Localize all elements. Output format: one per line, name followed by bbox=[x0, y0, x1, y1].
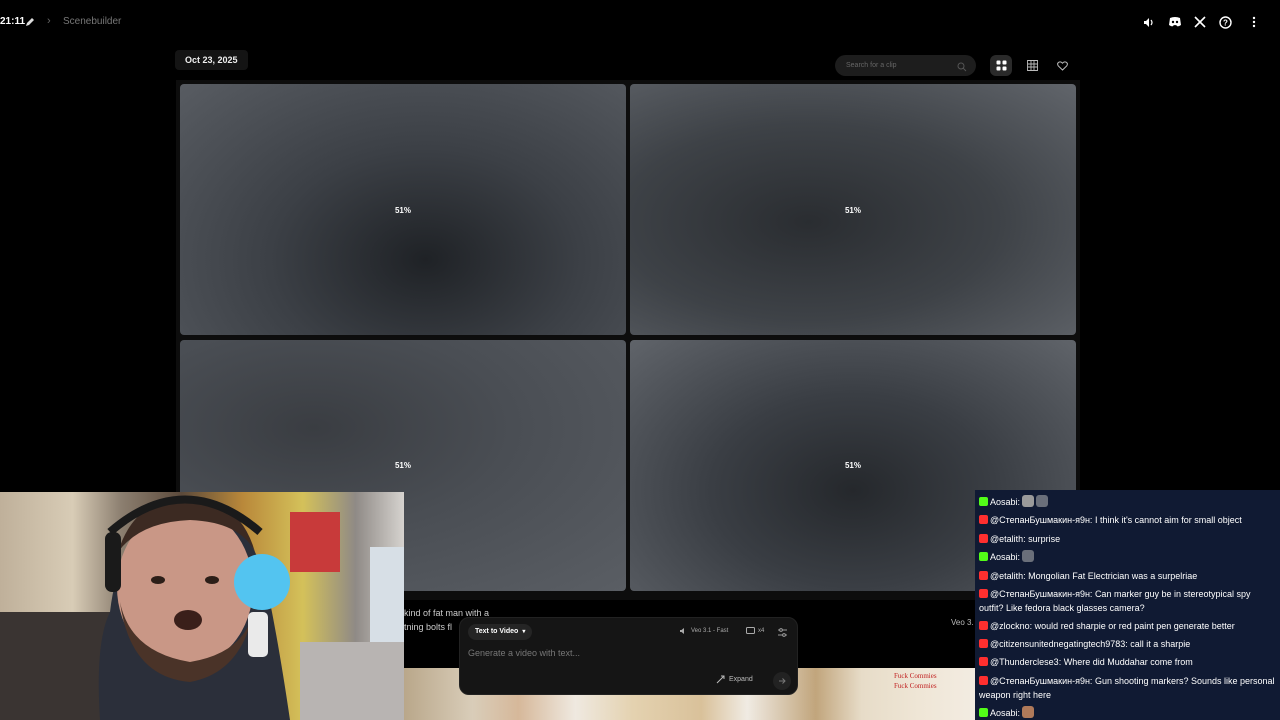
chat-username: Aosabi bbox=[990, 497, 1018, 507]
kick-badge-icon bbox=[979, 497, 988, 506]
edit-pencil-icon[interactable] bbox=[24, 15, 36, 27]
model-selector[interactable]: Veo 3.1 - Fast bbox=[679, 627, 728, 635]
aspect-ratio-icon bbox=[746, 627, 755, 634]
chat-username: @etalith bbox=[990, 534, 1024, 544]
grid-large-view-button[interactable] bbox=[990, 55, 1012, 76]
search-input[interactable]: Search for a clip bbox=[835, 55, 976, 76]
search-placeholder: Search for a clip bbox=[846, 62, 897, 69]
chat-username: @СтепанБушмакин-я9н bbox=[990, 589, 1090, 599]
chat-message: Aosabi: bbox=[979, 550, 1275, 564]
chat-text: would red sharpie or red paint pen gener… bbox=[1034, 621, 1235, 631]
model-label: Veo 3.1 - Fast bbox=[691, 628, 729, 634]
help-icon[interactable]: ? bbox=[1216, 14, 1234, 30]
svg-text:?: ? bbox=[1223, 18, 1228, 27]
chat-username: @etalith bbox=[990, 571, 1024, 581]
youtube-badge-icon bbox=[979, 571, 988, 580]
chat-message: Aosabi: bbox=[979, 495, 1275, 509]
chat-username: @СтепанБушмакин-я9н bbox=[990, 676, 1090, 686]
stream-chat: Aosabi: @СтепанБушмакин-я9н: I think it'… bbox=[975, 490, 1280, 720]
model-peek-label: Veo 3. bbox=[951, 618, 974, 627]
youtube-badge-icon bbox=[979, 534, 988, 543]
clip-progress: 51% bbox=[844, 206, 861, 215]
chat-message: @СтепанБушмакин-я9н: Gun shooting marker… bbox=[979, 676, 1275, 700]
chat-message: Aosabi: bbox=[979, 706, 1275, 720]
kick-badge-icon bbox=[979, 552, 988, 561]
mode-dropdown[interactable]: Text to Video ▾ bbox=[468, 624, 533, 640]
chevron-down-icon: ▾ bbox=[522, 629, 526, 635]
breadcrumb-chevron-icon: › bbox=[47, 15, 51, 27]
expand-button[interactable]: Expand bbox=[716, 675, 753, 684]
clip-progress: 51% bbox=[844, 461, 861, 470]
chat-username: @Thunderclese3 bbox=[990, 657, 1059, 667]
clip-progress: 51% bbox=[394, 206, 411, 215]
youtube-badge-icon bbox=[979, 676, 988, 685]
youtube-badge-icon bbox=[979, 589, 988, 598]
chat-username: Aosabi bbox=[990, 708, 1018, 718]
youtube-badge-icon bbox=[979, 515, 988, 524]
chat-message: @etalith: Mongolian Fat Electrician was … bbox=[979, 569, 1275, 583]
emote-icon bbox=[1036, 495, 1049, 507]
search-icon bbox=[957, 60, 967, 72]
send-button[interactable] bbox=[773, 672, 791, 690]
settings-sliders-icon[interactable] bbox=[777, 625, 788, 637]
kick-badge-icon bbox=[979, 708, 988, 717]
clip-progress: 51% bbox=[394, 461, 411, 470]
chat-text: Mongolian Fat Electrician was a surpelri… bbox=[1028, 571, 1198, 581]
chat-message: @zlockno: would red sharpie or red paint… bbox=[979, 619, 1275, 633]
chat-message: @СтепанБушмакин-я9н: I think it's cannot… bbox=[979, 513, 1275, 527]
clip-tile[interactable]: 51% bbox=[180, 84, 626, 335]
chat-username: @СтепанБушмакин-я9н bbox=[990, 515, 1090, 525]
youtube-badge-icon bbox=[979, 621, 988, 630]
mode-label: Text to Video bbox=[475, 628, 519, 635]
output-count-label: x4 bbox=[758, 627, 765, 634]
chat-message: @etalith: surprise bbox=[979, 532, 1275, 546]
emote-icon bbox=[1022, 495, 1035, 507]
grid-small-icon bbox=[1026, 60, 1038, 71]
chat-message: @СтепанБушмакин-я9н: Can marker guy be i… bbox=[979, 589, 1251, 613]
favorites-view-button[interactable] bbox=[1051, 55, 1073, 76]
chat-text: Where did Muddahar come from bbox=[1063, 657, 1193, 667]
streamer-webcam-image bbox=[0, 495, 404, 720]
chat-message: @citizensunitednegatingtech9783: call it… bbox=[979, 637, 1275, 651]
emote-icon bbox=[1022, 550, 1035, 562]
chat-text: I think it's cannot aim for small object bbox=[1094, 515, 1242, 525]
prompt-input[interactable]: Generate a video with text... bbox=[468, 648, 580, 658]
clip-tile[interactable]: 51% bbox=[630, 84, 1076, 335]
chat-username: Aosabi bbox=[990, 552, 1018, 562]
grid-large-icon bbox=[996, 60, 1006, 71]
expand-label: Expand bbox=[729, 676, 753, 683]
x-icon[interactable] bbox=[1191, 14, 1209, 30]
chat-message: @Thunderclese3: Where did Muddahar come … bbox=[979, 655, 1275, 669]
expand-icon bbox=[716, 675, 725, 684]
youtube-badge-icon bbox=[979, 639, 988, 648]
top-bar bbox=[0, 0, 1280, 44]
chat-text: call it a sharpie bbox=[1130, 639, 1191, 649]
webcam-overlay bbox=[0, 492, 404, 720]
wall-note-1: Fuck Commies bbox=[894, 672, 937, 680]
speaker-icon bbox=[680, 628, 684, 634]
chat-username: @zlockno bbox=[990, 621, 1030, 631]
emote-icon bbox=[1022, 706, 1035, 718]
wall-note-2: Fuck Commies bbox=[894, 682, 937, 690]
clock-time: 21:11 bbox=[0, 16, 26, 27]
youtube-badge-icon bbox=[979, 657, 988, 666]
heart-icon bbox=[1056, 60, 1068, 71]
output-count-selector[interactable]: x4 bbox=[746, 627, 764, 634]
chat-text: surprise bbox=[1028, 534, 1061, 544]
date-chip[interactable]: Oct 23, 2025 bbox=[175, 50, 248, 70]
prompt-composer: Text to Video ▾ Veo 3.1 - Fast x4 Genera… bbox=[459, 617, 798, 695]
chat-username: @citizensunitednegatingtech9783 bbox=[990, 639, 1126, 649]
discord-icon[interactable] bbox=[1166, 14, 1184, 30]
breadcrumb-scenebuilder[interactable]: Scenebuilder bbox=[63, 16, 121, 27]
more-icon[interactable] bbox=[1245, 14, 1263, 30]
grid-small-view-button[interactable] bbox=[1021, 55, 1043, 76]
volume-icon[interactable] bbox=[1139, 14, 1157, 30]
arrow-right-icon bbox=[779, 678, 786, 684]
